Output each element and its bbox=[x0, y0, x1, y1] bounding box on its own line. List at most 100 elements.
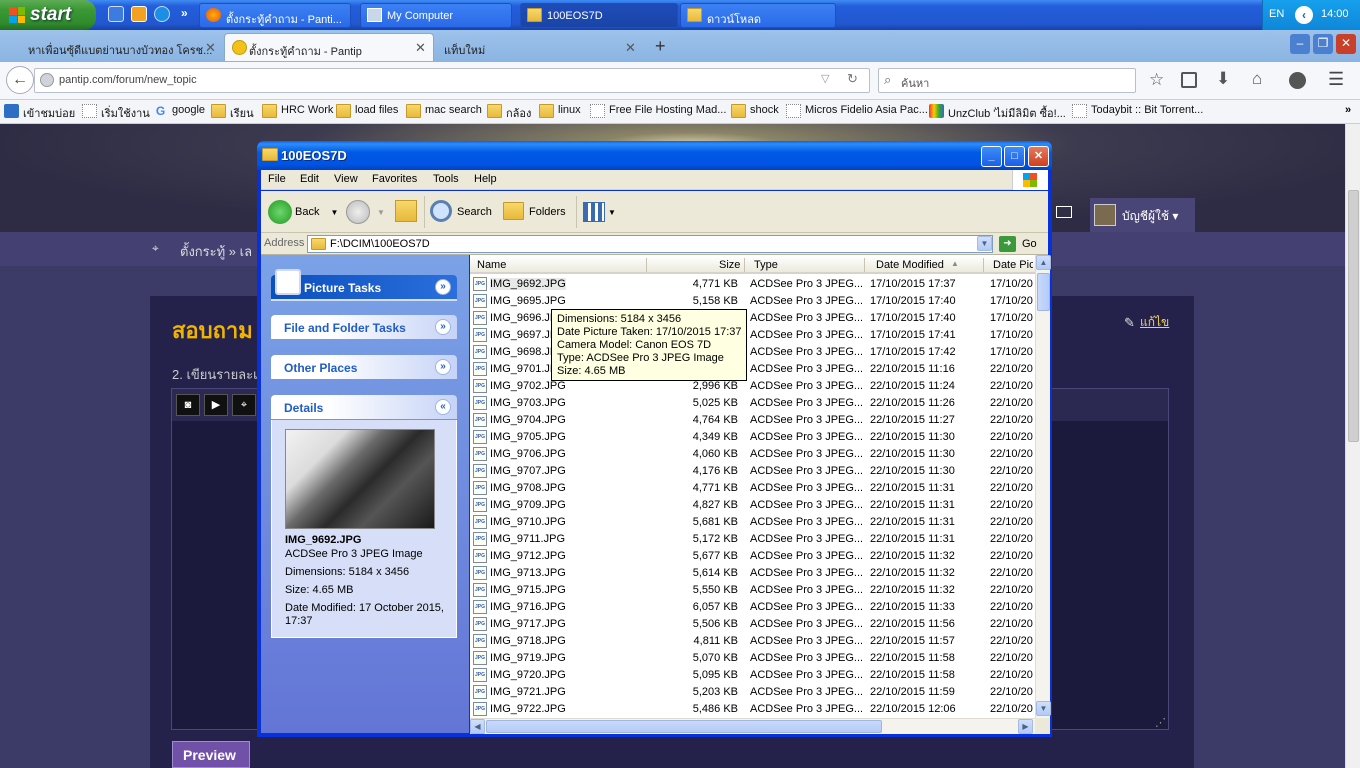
tab-new[interactable]: แท็บใหม่ bbox=[436, 33, 642, 61]
file-row[interactable]: JPG IMG_9715.JPG 5,550 KB ACDSee Pro 3 JPEG… bbox=[470, 582, 1035, 599]
expand-chevron-icon[interactable]: » bbox=[435, 319, 451, 335]
back-button[interactable]: Back ▼ bbox=[268, 198, 338, 226]
task-my-computer[interactable]: My Computer bbox=[360, 3, 512, 28]
map-pin-icon[interactable]: ⌖ bbox=[232, 394, 256, 416]
menu-view[interactable]: View bbox=[334, 173, 358, 185]
mail-icon[interactable] bbox=[1056, 206, 1072, 218]
hamburger-menu-icon[interactable]: ☰ bbox=[1328, 69, 1344, 90]
start-button[interactable]: start bbox=[0, 0, 96, 30]
file-row[interactable]: JPG IMG_9705.JPG 4,349 KB ACDSee Pro 3 JPEG… bbox=[470, 429, 1035, 446]
language-indicator[interactable]: EN bbox=[1269, 8, 1284, 20]
folders-button[interactable]: Folders bbox=[503, 198, 566, 226]
file-row[interactable]: JPG IMG_9716.JPG 6,057 KB ACDSee Pro 3 JPEG… bbox=[470, 599, 1035, 616]
column-date-modified[interactable]: Date Modified bbox=[876, 259, 944, 271]
file-row[interactable]: JPG IMG_9708.JPG 4,771 KB ACDSee Pro 3 JPEG… bbox=[470, 480, 1035, 497]
tray-expand-icon[interactable]: ‹ bbox=[1295, 6, 1313, 24]
picture-tasks-header[interactable]: Picture Tasks » bbox=[271, 269, 457, 299]
file-row[interactable]: JPG IMG_9704.JPG 4,764 KB ACDSee Pro 3 JPEG… bbox=[470, 412, 1035, 429]
page-scroll-thumb[interactable] bbox=[1348, 190, 1359, 442]
bookmark-folder[interactable]: เรียน bbox=[211, 104, 254, 121]
bookmark-folder[interactable]: linux bbox=[539, 104, 581, 121]
reload-icon[interactable]: ↻ bbox=[847, 71, 858, 87]
file-row[interactable]: JPG IMG_9717.JPG 5,506 KB ACDSee Pro 3 JPEG… bbox=[470, 616, 1035, 633]
new-tab-plus-icon[interactable]: + bbox=[655, 36, 666, 57]
file-row[interactable]: JPG IMG_9712.JPG 5,677 KB ACDSee Pro 3 JPEG… bbox=[470, 548, 1035, 565]
list-vertical-scrollbar[interactable]: ▲ ▼ bbox=[1035, 255, 1051, 718]
minimize-button[interactable]: _ bbox=[981, 146, 1002, 167]
task-firefox-pantip[interactable]: ตั้งกระทู้คำถาม - Panti... bbox=[199, 3, 351, 28]
menu-favorites[interactable]: Favorites bbox=[372, 173, 417, 185]
bookmark-item[interactable]: Micros Fidelio Asia Pac... bbox=[786, 104, 928, 121]
file-row[interactable]: JPG IMG_9713.JPG 5,614 KB ACDSee Pro 3 JPEG… bbox=[470, 565, 1035, 582]
menu-edit[interactable]: Edit bbox=[300, 173, 319, 185]
expand-chevron-icon[interactable]: » bbox=[435, 359, 451, 375]
column-type[interactable]: Type bbox=[754, 259, 778, 271]
quicklaunch-overflow[interactable]: » bbox=[181, 6, 188, 20]
close-browser-button[interactable]: ✕ bbox=[1336, 34, 1356, 54]
file-row[interactable]: JPG IMG_9692.JPG 4,771 KB ACDSee Pro 3 JPEG… bbox=[470, 276, 1035, 293]
preview-button[interactable]: Preview bbox=[172, 741, 250, 768]
file-row[interactable]: JPG IMG_9720.JPG 5,095 KB ACDSee Pro 3 JPEG… bbox=[470, 667, 1035, 684]
bookmark-folder[interactable]: load files bbox=[336, 104, 398, 121]
horizontal-scroll-thumb[interactable] bbox=[486, 720, 882, 733]
scroll-left-icon[interactable]: ◀ bbox=[470, 719, 485, 734]
file-row[interactable]: JPG IMG_9711.JPG 5,172 KB ACDSee Pro 3 JPEG… bbox=[470, 531, 1035, 548]
task-downloads[interactable]: ดาวน์โหลด bbox=[680, 3, 836, 28]
scroll-thumb[interactable] bbox=[1037, 273, 1050, 311]
bookmark-folder[interactable]: mac search bbox=[406, 104, 482, 121]
dropdown-triangle-icon[interactable]: ▽ bbox=[821, 72, 829, 85]
column-divider[interactable] bbox=[864, 258, 865, 272]
menu-file[interactable]: File bbox=[268, 173, 286, 185]
url-bar[interactable]: pantip.com/forum/new_topic ▽ ↻ bbox=[34, 68, 870, 93]
video-icon[interactable]: ▶ bbox=[204, 394, 228, 416]
file-row[interactable]: JPG IMG_9722.JPG 5,486 KB ACDSee Pro 3 JPEG… bbox=[470, 701, 1035, 718]
user-menu[interactable]: บัญชีผู้ใช้ ▾ bbox=[1090, 198, 1195, 232]
file-row[interactable]: JPG IMG_9718.JPG 4,811 KB ACDSee Pro 3 JPEG… bbox=[470, 633, 1035, 650]
bookmark-item[interactable]: UnzClub 'ไม่มีลิมิต ซื้อ!... bbox=[929, 104, 1066, 121]
column-divider[interactable] bbox=[744, 258, 745, 272]
maximize-browser-button[interactable]: ❐ bbox=[1313, 34, 1333, 54]
details-header[interactable]: Details « bbox=[271, 395, 457, 419]
file-row[interactable]: JPG IMG_9707.JPG 4,176 KB ACDSee Pro 3 JPEG… bbox=[470, 463, 1035, 480]
file-row[interactable]: JPG IMG_9703.JPG 5,025 KB ACDSee Pro 3 JPEG… bbox=[470, 395, 1035, 412]
expand-chevron-icon[interactable]: » bbox=[435, 279, 451, 295]
explorer-titlebar[interactable]: 100EOS7D bbox=[257, 141, 1052, 170]
bookmark-folder[interactable]: HRC Work bbox=[262, 104, 333, 121]
bookmarks-overflow[interactable]: » bbox=[1345, 104, 1351, 116]
page-scrollbar[interactable] bbox=[1345, 124, 1360, 768]
minimize-browser-button[interactable]: – bbox=[1290, 34, 1310, 54]
bookmark-folder[interactable]: shock bbox=[731, 104, 779, 121]
column-size[interactable]: Size bbox=[719, 259, 740, 271]
column-divider[interactable] bbox=[983, 258, 984, 272]
tab-pantip[interactable]: ตั้งกระทู้คำถาม - Pantip bbox=[224, 33, 434, 61]
breadcrumb[interactable]: ตั้งกระทู้ » เล bbox=[180, 241, 252, 262]
maximize-button[interactable]: □ bbox=[1004, 146, 1025, 167]
bookmark-star-icon[interactable]: ☆ bbox=[1149, 70, 1164, 90]
file-row[interactable]: JPG IMG_9706.JPG 4,060 KB ACDSee Pro 3 JPEG… bbox=[470, 446, 1035, 463]
bookmark-item[interactable]: เริ่มใช้งาน bbox=[82, 104, 150, 121]
column-divider[interactable] bbox=[646, 258, 647, 272]
scroll-right-icon[interactable]: ▶ bbox=[1018, 719, 1033, 734]
file-row[interactable]: JPG IMG_9719.JPG 5,070 KB ACDSee Pro 3 JPEG… bbox=[470, 650, 1035, 667]
resize-handle-icon[interactable]: ⋰ bbox=[1155, 716, 1166, 729]
bookmarks-list-icon[interactable] bbox=[1181, 72, 1197, 88]
file-row[interactable]: JPG IMG_9709.JPG 4,827 KB ACDSee Pro 3 JPEG… bbox=[470, 497, 1035, 514]
show-desktop-icon[interactable] bbox=[108, 6, 124, 22]
address-dropdown-icon[interactable]: ▼ bbox=[977, 236, 992, 251]
up-folder-icon[interactable] bbox=[395, 200, 417, 222]
search-field[interactable]: ⌕ ค้นหา bbox=[878, 68, 1136, 93]
file-folder-tasks-header[interactable]: File and Folder Tasks » bbox=[271, 315, 457, 339]
close-tab-icon[interactable]: ✕ bbox=[625, 40, 636, 56]
close-tab-icon[interactable]: ✕ bbox=[415, 40, 426, 56]
close-button[interactable]: ✕ bbox=[1028, 146, 1049, 167]
chat-icon[interactable] bbox=[1289, 72, 1306, 89]
scroll-down-icon[interactable]: ▼ bbox=[1036, 701, 1051, 716]
bookmark-folder[interactable]: กล้อง bbox=[487, 104, 531, 121]
column-date-picture[interactable]: Date Pict bbox=[993, 259, 1033, 271]
dropdown-arrow-icon[interactable]: ▼ bbox=[377, 208, 385, 217]
bookmark-item[interactable]: Ggoogle bbox=[153, 104, 205, 121]
bookmark-item[interactable]: เข้าชมบ่อย bbox=[4, 104, 75, 121]
list-horizontal-scrollbar[interactable]: ◀ ▶ bbox=[470, 718, 1035, 734]
views-icon[interactable] bbox=[583, 202, 605, 222]
go-arrow-icon[interactable]: ➜ bbox=[999, 236, 1016, 252]
